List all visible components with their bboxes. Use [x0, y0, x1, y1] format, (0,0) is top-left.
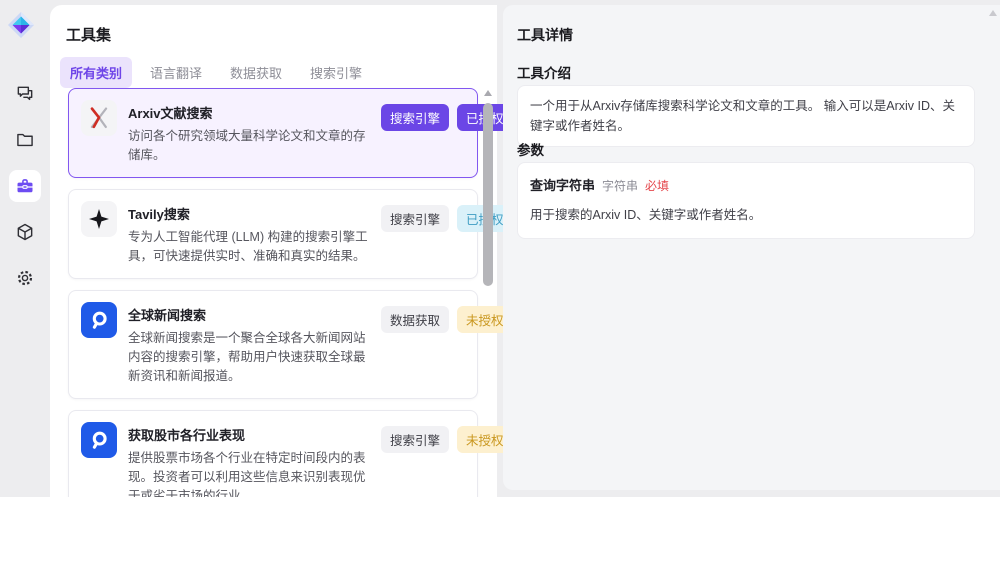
sidebar-item-settings[interactable] — [9, 262, 41, 294]
tool-list-panel: 工具集 所有类别 语言翻译 数据获取 搜索引擎 Arxiv文献搜索 访问各个研究领域大… — [50, 5, 513, 497]
tool-description: 访问各个研究领域大量科学论文和文章的存储库。 — [128, 129, 366, 163]
tab-3[interactable]: 搜索引擎 — [300, 57, 372, 88]
tool-title: 全球新闻搜索 — [128, 307, 207, 323]
category-badge: 搜索引擎 — [381, 204, 450, 232]
tool-detail-panel: 工具详情 工具介绍 一个用于从Arxiv存储库搜索科学论文和文章的工具。 输入可… — [503, 5, 1000, 490]
category-badge: 数据获取 — [381, 305, 450, 333]
tool-title: 获取股市各行业表现 — [128, 427, 246, 443]
param-description: 用于搜索的Arxiv ID、关键字或作者姓名。 — [530, 207, 762, 222]
arxiv-icon — [81, 100, 117, 136]
gear-icon — [15, 268, 35, 288]
param-name: 查询字符串 — [530, 178, 596, 193]
tool-title: Arxiv文献搜索 — [128, 106, 213, 121]
param-type: 字符串 — [602, 179, 639, 193]
tavily-icon — [81, 200, 117, 237]
list-scrollbar[interactable] — [483, 88, 494, 489]
param-required-badge: 必填 — [645, 179, 670, 193]
app-logo — [7, 11, 35, 39]
toolbox-icon — [15, 176, 35, 196]
q-icon — [81, 301, 117, 338]
tool-card[interactable]: 全球新闻搜索 全球新闻搜索是一个聚合全球各大新闻网站内容的搜索引擎，帮助用户快速… — [68, 289, 513, 399]
tool-card[interactable]: 获取股市各行业表现 提供股票市场各个行业在特定时间段内的表现。投资者可以利用这些… — [68, 409, 513, 497]
tab-0[interactable]: 所有类别 — [60, 57, 133, 88]
scrollbar-thumb[interactable] — [483, 103, 493, 286]
tool-card[interactable]: Tavily搜索 专为人工智能代理 (LLM) 构建的搜索引擎工具，可快速提供实… — [68, 188, 513, 279]
page-title: 工具集 — [66, 27, 112, 44]
detail-scroll-up-icon[interactable] — [989, 10, 997, 16]
tool-card[interactable]: Arxiv文献搜索 访问各个研究领域大量科学论文和文章的存储库。 搜索引擎 已授… — [68, 88, 513, 178]
q-icon — [81, 421, 117, 458]
tab-2[interactable]: 数据获取 — [220, 57, 292, 88]
tab-1[interactable]: 语言翻译 — [140, 57, 212, 88]
detail-title: 工具详情 — [517, 27, 573, 43]
tool-title: Tavily搜索 — [128, 206, 190, 222]
tool-card-list: Arxiv文献搜索 访问各个研究领域大量科学论文和文章的存储库。 搜索引擎 已授… — [68, 88, 513, 497]
parameter-card: 查询字符串 字符串 必填 用于搜索的Arxiv ID、关键字或作者姓名。 — [517, 162, 975, 239]
sidebar — [0, 0, 50, 497]
sidebar-item-chat[interactable] — [9, 78, 41, 110]
intro-text-box: 一个用于从Arxiv存储库搜索科学论文和文章的工具。 输入可以是Arxiv ID… — [517, 85, 975, 147]
scroll-up-icon[interactable] — [484, 90, 492, 96]
sidebar-item-files[interactable] — [9, 124, 41, 156]
tool-description: 提供股票市场各个行业在特定时间段内的表现。投资者可以利用这些信息来识别表现优于或… — [128, 450, 366, 497]
tool-description: 全球新闻搜索是一个聚合全球各大新闻网站内容的搜索引擎，帮助用户快速获取全球最新资… — [128, 330, 366, 384]
intro-heading: 工具介绍 — [517, 66, 571, 81]
tool-description: 专为人工智能代理 (LLM) 构建的搜索引擎工具，可快速提供实时、准确和真实的结… — [128, 229, 368, 264]
folder-icon — [15, 130, 35, 150]
category-badge: 搜索引擎 — [381, 425, 450, 453]
bottom-margin — [0, 497, 1000, 563]
sidebar-item-tools[interactable] — [9, 170, 41, 202]
chat-icon — [15, 84, 35, 104]
app-window: 工具集 所有类别 语言翻译 数据获取 搜索引擎 Arxiv文献搜索 访问各个研究领域大… — [0, 0, 1000, 497]
category-tabs: 所有类别 语言翻译 数据获取 搜索引擎 — [60, 57, 372, 88]
category-badge: 搜索引擎 — [381, 104, 450, 131]
sidebar-item-packages[interactable] — [9, 216, 41, 248]
params-heading: 参数 — [517, 143, 544, 158]
cube-icon — [15, 222, 35, 242]
